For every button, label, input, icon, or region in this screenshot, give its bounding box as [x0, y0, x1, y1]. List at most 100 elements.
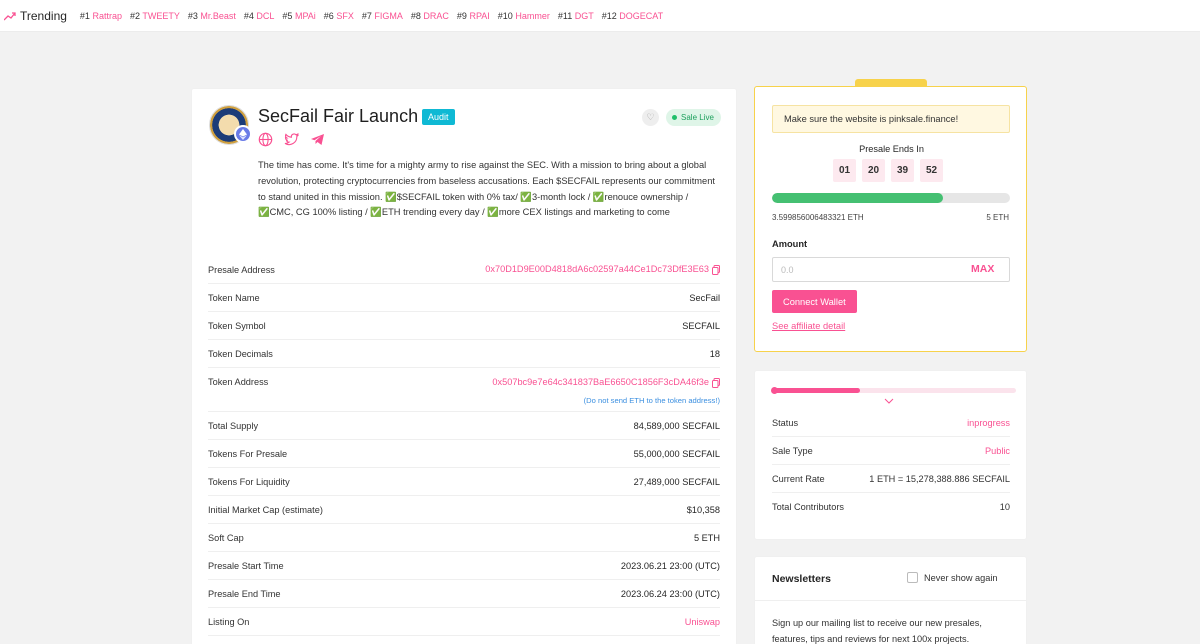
- current-rate-value: 1 ETH = 15,278,388.886 SECFAIL: [869, 473, 1010, 484]
- project-info-table: Presale Address 0x70D1D9E00D4818dA6c0259…: [208, 256, 720, 636]
- trending-label: Trending: [4, 9, 67, 23]
- token-address-warning: (Do not send ETH to the token address!): [583, 396, 720, 405]
- row-value: 27,489,000 SECFAIL: [633, 476, 720, 487]
- trending-item[interactable]: #6 SFX: [324, 11, 354, 21]
- status-progress-bar: [771, 387, 1016, 394]
- table-row: Total Contributors 10: [772, 493, 1010, 521]
- website-notice: Make sure the website is pinksale.financ…: [772, 105, 1010, 133]
- audit-badge[interactable]: Audit: [422, 109, 455, 125]
- row-label: Token Name: [208, 292, 260, 303]
- row-label: Sale Type: [772, 445, 813, 456]
- chevron-down-icon[interactable]: [884, 396, 894, 407]
- table-row: Presale End Time 2023.06.24 23:00 (UTC): [208, 580, 720, 608]
- table-row: Presale Address 0x70D1D9E00D4818dA6c0259…: [208, 256, 720, 284]
- presale-card: Make sure the website is pinksale.financ…: [754, 86, 1027, 352]
- trending-item[interactable]: #7 FIGMA: [362, 11, 403, 21]
- sale-status-label: Sale Live: [681, 113, 714, 122]
- row-label: Status: [772, 417, 799, 428]
- row-value: SecFail: [689, 292, 720, 303]
- contributors-value: 10: [999, 502, 1010, 512]
- presale-ends-label: Presale Ends In: [859, 144, 924, 154]
- presale-progress-fill: [772, 193, 944, 203]
- row-label: Tokens For Liquidity: [208, 476, 290, 487]
- telegram-icon[interactable]: [310, 132, 325, 147]
- max-button[interactable]: MAX: [971, 263, 994, 275]
- progress-dot-icon: [771, 387, 778, 394]
- project-title: SecFail Fair Launch: [258, 106, 419, 126]
- table-row: Initial Market Cap (estimate) $10,358: [208, 496, 720, 524]
- row-label: Tokens For Presale: [208, 448, 288, 459]
- table-row: Status inprogress: [772, 409, 1010, 437]
- trending-list: #1 Rattrap #2 TWEETY #3 Mr.Beast #4 DCL …: [80, 11, 663, 21]
- live-dot-icon: [672, 115, 677, 120]
- row-value: 84,589,000 SECFAIL: [633, 420, 720, 431]
- trending-item[interactable]: #3 Mr.Beast: [188, 11, 236, 21]
- countdown-days: 01: [833, 159, 856, 182]
- trending-item[interactable]: #5 MPAi: [282, 11, 315, 21]
- project-description: The time has come. It's time for a might…: [258, 160, 715, 218]
- row-value: SECFAIL: [682, 320, 720, 331]
- favorite-icon[interactable]: ♡: [642, 109, 659, 126]
- row-label: Presale Address: [208, 264, 275, 275]
- table-row: Token Name SecFail: [208, 284, 720, 312]
- trending-title: Trending: [20, 8, 67, 23]
- trending-bar: Trending #1 Rattrap #2 TWEETY #3 Mr.Beas…: [0, 0, 1200, 32]
- table-row: Listing On Uniswap: [208, 608, 720, 636]
- twitter-icon[interactable]: [284, 132, 300, 147]
- copy-icon[interactable]: [712, 377, 720, 388]
- countdown-timer: 01 20 39 52: [833, 159, 943, 182]
- status-value: inprogress: [967, 417, 1010, 428]
- table-row: Total Supply 84,589,000 SECFAIL: [208, 412, 720, 440]
- newsletter-text: Sign up our mailing list to receive our …: [772, 618, 982, 644]
- row-label: Token Decimals: [208, 348, 273, 359]
- sale-status-badge: Sale Live: [666, 109, 721, 126]
- project-panel: SecFail Fair Launch Audit ♡ Sale Live Th…: [191, 88, 737, 644]
- table-row: Token Symbol SECFAIL: [208, 312, 720, 340]
- presale-progress-bar: [772, 193, 1010, 203]
- connect-wallet-button[interactable]: Connect Wallet: [772, 290, 857, 313]
- row-label: Total Supply: [208, 420, 259, 431]
- never-show-checkbox[interactable]: [907, 572, 918, 583]
- newsletter-card: Newsletters Never show again Sign up our…: [754, 556, 1027, 644]
- row-label: Presale Start Time: [208, 560, 284, 571]
- divider: [755, 600, 1026, 601]
- trending-item[interactable]: #10 Hammer: [498, 11, 550, 21]
- table-row: Token Address 0x507bc9e7e64c341837BaE665…: [208, 368, 720, 412]
- row-value: $10,358: [686, 504, 720, 515]
- table-row: Token Decimals 18: [208, 340, 720, 368]
- trending-item[interactable]: #9 RPAI: [457, 11, 490, 21]
- row-label: Initial Market Cap (estimate): [208, 504, 323, 515]
- copy-icon[interactable]: [712, 264, 720, 275]
- table-row: Tokens For Presale 55,000,000 SECFAIL: [208, 440, 720, 468]
- affiliate-detail-link[interactable]: See affiliate detail: [772, 321, 845, 331]
- row-label: Soft Cap: [208, 532, 244, 543]
- sale-type-value: Public: [984, 445, 1010, 456]
- table-row: Soft Cap 5 ETH: [208, 524, 720, 552]
- countdown-minutes: 39: [891, 159, 914, 182]
- listing-on-link[interactable]: Uniswap: [685, 617, 720, 627]
- never-show-again-toggle[interactable]: Never show again: [907, 572, 998, 583]
- token-address-link[interactable]: 0x507bc9e7e64c341837BaE6650C1856F3cDA46f…: [492, 377, 720, 388]
- trending-item[interactable]: #8 DRAC: [411, 11, 449, 21]
- amount-label: Amount: [772, 239, 808, 249]
- row-value: 55,000,000 SECFAIL: [633, 448, 720, 459]
- table-row: Current Rate 1 ETH = 15,278,388.886 SECF…: [772, 465, 1010, 493]
- presale-address-link[interactable]: 0x70D1D9E00D4818dA6c02597a44Ce1Dc73DfE3E…: [485, 264, 720, 275]
- trending-item[interactable]: #12 DOGECAT: [602, 11, 663, 21]
- trending-item[interactable]: #4 DCL: [244, 11, 275, 21]
- row-label: Total Contributors: [772, 502, 845, 512]
- trending-item[interactable]: #11 DGT: [558, 11, 594, 21]
- trending-item[interactable]: #1 Rattrap: [80, 11, 122, 21]
- table-row: Tokens For Liquidity 27,489,000 SECFAIL: [208, 468, 720, 496]
- sale-status-card: Status inprogress Sale Type Public Curre…: [754, 370, 1027, 540]
- row-label: Presale End Time: [208, 588, 281, 599]
- row-label: Token Address: [208, 377, 269, 387]
- countdown-hours: 20: [862, 159, 885, 182]
- countdown-seconds: 52: [920, 159, 943, 182]
- trending-item[interactable]: #2 TWEETY: [130, 11, 180, 21]
- never-show-label: Never show again: [924, 572, 998, 583]
- row-label: Current Rate: [772, 473, 825, 484]
- website-icon[interactable]: [258, 132, 273, 147]
- raised-amount: 3.599856006483321 ETH: [772, 213, 864, 222]
- status-table: Status inprogress Sale Type Public Curre…: [772, 409, 1010, 521]
